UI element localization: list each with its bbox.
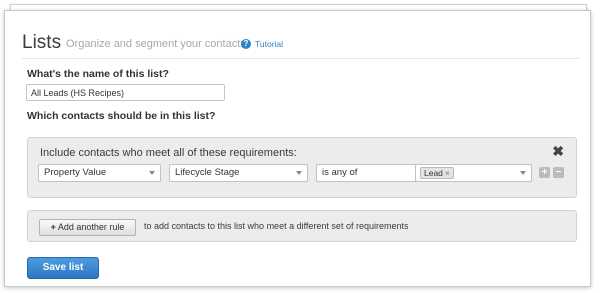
add-rule-description: to add contacts to this list who meet a … xyxy=(144,221,409,231)
page-title: Lists xyxy=(22,32,62,53)
chevron-down-icon xyxy=(149,171,155,175)
requirements-heading: Include contacts who meet all of these r… xyxy=(40,147,297,159)
tutorial-link[interactable]: Tutorial xyxy=(255,39,283,49)
list-name-label: What's the name of this list? xyxy=(27,68,169,80)
add-rule-panel: + Add another rule to add contacts to thi… xyxy=(27,210,577,242)
close-icon[interactable]: ✖ xyxy=(552,143,564,160)
list-name-input[interactable] xyxy=(26,84,225,101)
add-condition-button[interactable]: + xyxy=(539,167,550,178)
contacts-question-label: Which contacts should be in this list? xyxy=(27,110,216,122)
operator-value: is any of xyxy=(322,167,358,178)
save-list-button[interactable]: Save list xyxy=(27,257,99,279)
value-tag-label: Lead xyxy=(424,168,443,178)
filter-type-value: Property Value xyxy=(44,167,107,178)
add-rule-label: Add another rule xyxy=(57,222,125,232)
requirements-panel: Include contacts who meet all of these r… xyxy=(27,137,577,198)
help-icon: ? xyxy=(241,39,251,49)
chevron-down-icon xyxy=(296,171,302,175)
page-subtitle: Organize and segment your contacts xyxy=(66,38,246,50)
header-divider xyxy=(22,58,580,59)
remove-condition-button[interactable]: − xyxy=(553,167,564,178)
plus-icon: + xyxy=(50,222,56,232)
property-select[interactable]: Lifecycle Stage xyxy=(169,164,308,182)
property-value: Lifecycle Stage xyxy=(175,167,240,178)
value-tag: Lead × xyxy=(420,167,454,179)
tag-remove-icon[interactable]: × xyxy=(445,168,450,178)
value-multiselect[interactable]: Lead × xyxy=(415,164,532,182)
list-editor-card: Lists Organize and segment your contacts… xyxy=(4,10,591,287)
filter-type-select[interactable]: Property Value xyxy=(38,164,161,182)
chevron-down-icon xyxy=(520,171,526,175)
add-rule-button[interactable]: + Add another rule xyxy=(39,219,136,236)
